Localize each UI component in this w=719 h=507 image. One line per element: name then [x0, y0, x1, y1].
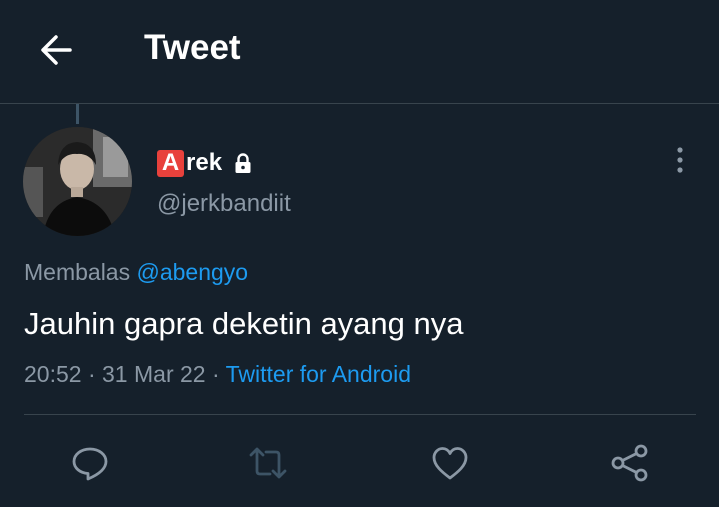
- reply-icon: [72, 447, 108, 481]
- more-options-button[interactable]: [668, 146, 692, 176]
- arrow-left-icon: [41, 35, 72, 65]
- top-bar: Tweet: [0, 0, 719, 104]
- back-button[interactable]: [36, 30, 76, 70]
- share-button[interactable]: [610, 443, 650, 483]
- reply-context: Membalas @abengyo: [24, 259, 248, 286]
- avatar[interactable]: [23, 127, 132, 236]
- divider: [24, 414, 696, 415]
- meta-separator: ·: [87, 361, 96, 387]
- reply-prefix: Membalas: [24, 259, 131, 285]
- tweet-meta: 20:52 · 31 Mar 22 · Twitter for Android: [24, 361, 411, 388]
- author-display-name: rek: [186, 149, 223, 176]
- reply-mention-link[interactable]: @abengyo: [137, 259, 249, 285]
- retweet-button[interactable]: [248, 443, 288, 483]
- meta-separator: ·: [211, 361, 220, 387]
- tweet-time[interactable]: 20:52: [24, 361, 82, 387]
- author-name-row[interactable]: A rek: [157, 148, 254, 178]
- like-icon: [432, 447, 468, 480]
- reply-button[interactable]: [70, 443, 110, 483]
- retweet-icon: [249, 447, 287, 479]
- tweet-source-link[interactable]: Twitter for Android: [226, 361, 411, 387]
- lock-icon: [235, 153, 251, 173]
- letter-a-badge: A: [157, 149, 184, 177]
- tweet-text: Jauhin gapra deketin ayang nya: [24, 306, 464, 341]
- like-button[interactable]: [430, 443, 470, 483]
- thread-connector: [76, 104, 79, 124]
- more-vertical-icon: [677, 147, 683, 173]
- author-handle[interactable]: @jerkbandiit: [157, 190, 291, 218]
- share-icon: [611, 444, 648, 482]
- tweet-date[interactable]: 31 Mar 22: [102, 361, 206, 387]
- page-title: Tweet: [144, 28, 241, 67]
